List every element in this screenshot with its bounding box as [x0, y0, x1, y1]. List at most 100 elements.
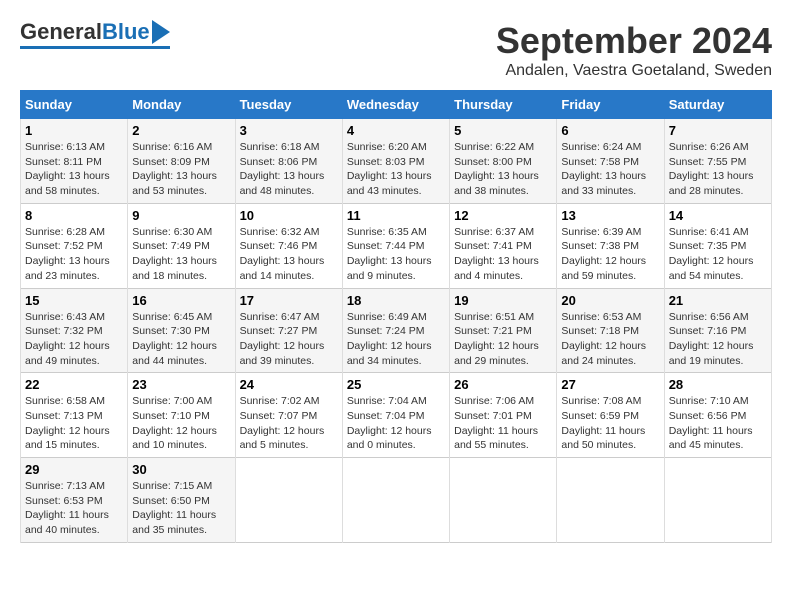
- day-cell: [450, 458, 557, 543]
- day-cell: 23Sunrise: 7:00 AMSunset: 7:10 PMDayligh…: [128, 373, 235, 458]
- cell-daylight: Daylight: 12 hours and 29 minutes.: [454, 340, 539, 367]
- cell-daylight: Daylight: 11 hours and 50 minutes.: [561, 425, 645, 452]
- day-number: 10: [240, 208, 338, 223]
- day-cell: 4Sunrise: 6:20 AMSunset: 8:03 PMDaylight…: [342, 119, 449, 204]
- day-cell: 24Sunrise: 7:02 AMSunset: 7:07 PMDayligh…: [235, 373, 342, 458]
- cell-sunrise: Sunrise: 6:51 AM: [454, 311, 534, 323]
- cell-sunset: Sunset: 8:09 PM: [132, 156, 210, 168]
- day-cell: 26Sunrise: 7:06 AMSunset: 7:01 PMDayligh…: [450, 373, 557, 458]
- cell-sunset: Sunset: 7:41 PM: [454, 240, 532, 252]
- cell-daylight: Daylight: 13 hours and 9 minutes.: [347, 255, 432, 282]
- day-number: 26: [454, 377, 552, 392]
- day-number: 19: [454, 293, 552, 308]
- cell-sunset: Sunset: 7:52 PM: [25, 240, 103, 252]
- logo-text: GeneralBlue: [20, 21, 150, 43]
- day-cell: 3Sunrise: 6:18 AMSunset: 8:06 PMDaylight…: [235, 119, 342, 204]
- day-number: 29: [25, 462, 123, 477]
- day-number: 14: [669, 208, 767, 223]
- page-title: September 2024: [496, 20, 772, 62]
- day-cell: 1Sunrise: 6:13 AMSunset: 8:11 PMDaylight…: [21, 119, 128, 204]
- cell-daylight: Daylight: 13 hours and 23 minutes.: [25, 255, 110, 282]
- header-cell-thursday: Thursday: [450, 91, 557, 119]
- header-cell-wednesday: Wednesday: [342, 91, 449, 119]
- cell-daylight: Daylight: 11 hours and 45 minutes.: [669, 425, 753, 452]
- cell-sunrise: Sunrise: 6:53 AM: [561, 311, 641, 323]
- cell-sunset: Sunset: 6:50 PM: [132, 495, 210, 507]
- cell-sunset: Sunset: 7:16 PM: [669, 325, 747, 337]
- cell-daylight: Daylight: 13 hours and 4 minutes.: [454, 255, 539, 282]
- day-cell: 18Sunrise: 6:49 AMSunset: 7:24 PMDayligh…: [342, 288, 449, 373]
- header-cell-friday: Friday: [557, 91, 664, 119]
- cell-daylight: Daylight: 11 hours and 55 minutes.: [454, 425, 538, 452]
- day-number: 27: [561, 377, 659, 392]
- cell-sunset: Sunset: 7:18 PM: [561, 325, 639, 337]
- week-row-3: 15Sunrise: 6:43 AMSunset: 7:32 PMDayligh…: [21, 288, 772, 373]
- cell-sunset: Sunset: 7:44 PM: [347, 240, 425, 252]
- cell-sunrise: Sunrise: 6:41 AM: [669, 226, 749, 238]
- day-cell: 21Sunrise: 6:56 AMSunset: 7:16 PMDayligh…: [664, 288, 771, 373]
- cell-sunrise: Sunrise: 6:58 AM: [25, 395, 105, 407]
- cell-sunrise: Sunrise: 6:18 AM: [240, 141, 320, 153]
- cell-sunset: Sunset: 7:46 PM: [240, 240, 318, 252]
- day-number: 30: [132, 462, 230, 477]
- week-row-2: 8Sunrise: 6:28 AMSunset: 7:52 PMDaylight…: [21, 203, 772, 288]
- cell-sunset: Sunset: 7:30 PM: [132, 325, 210, 337]
- cell-daylight: Daylight: 13 hours and 33 minutes.: [561, 170, 646, 197]
- day-cell: 12Sunrise: 6:37 AMSunset: 7:41 PMDayligh…: [450, 203, 557, 288]
- cell-daylight: Daylight: 13 hours and 18 minutes.: [132, 255, 217, 282]
- cell-sunset: Sunset: 8:00 PM: [454, 156, 532, 168]
- cell-daylight: Daylight: 13 hours and 58 minutes.: [25, 170, 110, 197]
- cell-sunset: Sunset: 7:27 PM: [240, 325, 318, 337]
- cell-sunrise: Sunrise: 6:22 AM: [454, 141, 534, 153]
- cell-daylight: Daylight: 13 hours and 38 minutes.: [454, 170, 539, 197]
- day-cell: 19 Sunrise: 6:51 AM Sunset: 7:21 PM Dayligh…: [450, 288, 557, 373]
- day-cell: 30Sunrise: 7:15 AMSunset: 6:50 PMDayligh…: [128, 458, 235, 543]
- cell-sunrise: Sunrise: 6:47 AM: [240, 311, 320, 323]
- day-cell: 27Sunrise: 7:08 AMSunset: 6:59 PMDayligh…: [557, 373, 664, 458]
- cell-sunrise: Sunrise: 6:32 AM: [240, 226, 320, 238]
- cell-sunset: Sunset: 8:03 PM: [347, 156, 425, 168]
- day-number: 20: [561, 293, 659, 308]
- day-number: 6: [561, 123, 659, 138]
- cell-sunrise: Sunrise: 7:04 AM: [347, 395, 427, 407]
- cell-sunset: Sunset: 7:58 PM: [561, 156, 639, 168]
- day-number: 7: [669, 123, 767, 138]
- cell-sunrise: Sunrise: 7:13 AM: [25, 480, 105, 492]
- cell-sunset: Sunset: 7:21 PM: [454, 325, 532, 337]
- cell-sunrise: Sunrise: 6:30 AM: [132, 226, 212, 238]
- header-cell-monday: Monday: [128, 91, 235, 119]
- day-number: 15: [25, 293, 123, 308]
- cell-sunset: Sunset: 7:04 PM: [347, 410, 425, 422]
- logo-underline: [20, 46, 170, 49]
- cell-daylight: Daylight: 12 hours and 24 minutes.: [561, 340, 646, 367]
- cell-sunset: Sunset: 8:11 PM: [25, 156, 102, 168]
- cell-daylight: Daylight: 11 hours and 35 minutes.: [132, 509, 216, 536]
- day-number: 21: [669, 293, 767, 308]
- week-row-1: 1Sunrise: 6:13 AMSunset: 8:11 PMDaylight…: [21, 119, 772, 204]
- day-cell: 20 Sunrise: 6:53 AM Sunset: 7:18 PM Dayligh…: [557, 288, 664, 373]
- page-subtitle: Andalen, Vaestra Goetaland, Sweden: [496, 62, 772, 80]
- cell-sunrise: Sunrise: 7:02 AM: [240, 395, 320, 407]
- day-cell: [557, 458, 664, 543]
- header-cell-sunday: Sunday: [21, 91, 128, 119]
- day-cell: 25Sunrise: 7:04 AMSunset: 7:04 PMDayligh…: [342, 373, 449, 458]
- day-cell: 15Sunrise: 6:43 AMSunset: 7:32 PMDayligh…: [21, 288, 128, 373]
- day-number: 11: [347, 208, 445, 223]
- day-cell: 5Sunrise: 6:22 AMSunset: 8:00 PMDaylight…: [450, 119, 557, 204]
- cell-sunrise: Sunrise: 6:39 AM: [561, 226, 641, 238]
- logo-arrow-icon: [152, 20, 170, 44]
- cell-daylight: Daylight: 13 hours and 28 minutes.: [669, 170, 754, 197]
- day-cell: 9Sunrise: 6:30 AMSunset: 7:49 PMDaylight…: [128, 203, 235, 288]
- cell-sunset: Sunset: 7:49 PM: [132, 240, 210, 252]
- day-cell: 11Sunrise: 6:35 AMSunset: 7:44 PMDayligh…: [342, 203, 449, 288]
- cell-daylight: Daylight: 12 hours and 15 minutes.: [25, 425, 110, 452]
- cell-daylight: Daylight: 12 hours and 49 minutes.: [25, 340, 110, 367]
- day-cell: 10Sunrise: 6:32 AMSunset: 7:46 PMDayligh…: [235, 203, 342, 288]
- header-cell-saturday: Saturday: [664, 91, 771, 119]
- day-number: 1: [25, 123, 123, 138]
- week-row-5: 29Sunrise: 7:13 AMSunset: 6:53 PMDayligh…: [21, 458, 772, 543]
- cell-sunrise: Sunrise: 7:06 AM: [454, 395, 534, 407]
- day-number: 16: [132, 293, 230, 308]
- cell-sunrise: Sunrise: 6:45 AM: [132, 311, 212, 323]
- day-number: 25: [347, 377, 445, 392]
